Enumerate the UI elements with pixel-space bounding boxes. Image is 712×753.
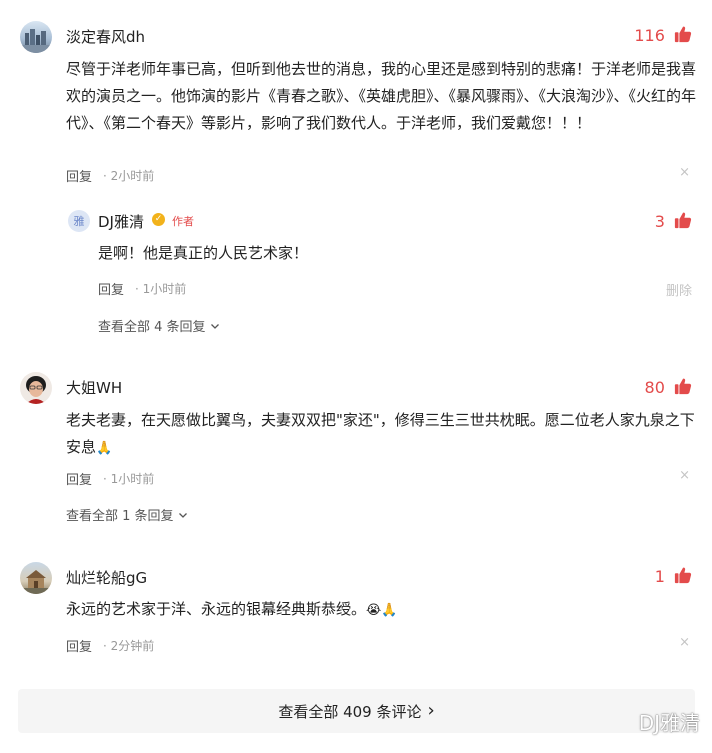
like-count: 3 (654, 212, 665, 231)
time-text: 1小时前 (142, 282, 187, 296)
close-icon[interactable]: × (679, 468, 690, 483)
praying-hands-emoji: 🙏 (96, 441, 113, 456)
view-all-replies-link[interactable]: 查看全部 1 条回复 (66, 505, 188, 524)
avatar-comment-1[interactable] (20, 21, 52, 53)
like-count-comment-3[interactable]: 1 (655, 566, 692, 586)
thumbs-up-icon (674, 212, 692, 229)
username-comment-3[interactable]: 灿烂轮船gG (66, 567, 147, 588)
avatar-comment-2[interactable] (20, 372, 52, 404)
reply-button-comment-3[interactable]: 回复 (66, 636, 92, 655)
reply-button-author-reply[interactable]: 回复 (98, 279, 124, 298)
thumbs-up-icon (674, 26, 692, 43)
close-icon[interactable]: × (679, 165, 690, 180)
reply-text: 是啊！他是真正的人民艺术家！ (98, 244, 309, 262)
thumbs-up-icon (674, 378, 692, 395)
avatar-comment-3[interactable] (20, 562, 52, 594)
avatar-letter: 雅 (73, 215, 85, 228)
building-avatar-image (20, 570, 52, 594)
like-count: 116 (634, 26, 665, 45)
chevron-down-icon (178, 513, 187, 518)
view-all-replies-link[interactable]: 查看全部 4 条回复 (98, 316, 220, 335)
see-all-comments-button[interactable]: 查看全部 409 条评论 › (18, 689, 695, 733)
comment-text-3: 永远的艺术家于洋、永远的银幕经典斯恭绶。😭🙏 (66, 596, 696, 624)
timestamp-comment-2: · 1小时前 (103, 472, 155, 486)
like-count-comment-2[interactable]: 80 (645, 377, 692, 397)
view-replies-text: 查看全部 1 条回复 (66, 509, 174, 524)
timestamp-comment-1: · 2小时前 (103, 169, 155, 183)
username-comment-1[interactable]: 淡定春风dh (66, 26, 145, 47)
verified-badge-icon: ✓ (152, 213, 165, 226)
reply-button-comment-2[interactable]: 回复 (66, 469, 92, 488)
timestamp-comment-3: · 2分钟前 (103, 639, 155, 653)
like-count: 80 (644, 378, 665, 397)
chevron-right-icon: › (427, 700, 435, 721)
chevron-down-icon (210, 324, 219, 329)
comment-text: 老夫老妻，在天愿做比翼鸟，夫妻双双把"家还"，修得三生三世共枕眠。愿二位老人家九… (66, 411, 695, 456)
praying-hands-emoji: 🙏 (381, 603, 398, 618)
comment-text-2: 老夫老妻，在天愿做比翼鸟，夫妻双双把"家还"，修得三生三世共枕眠。愿二位老人家九… (66, 407, 696, 462)
reply-button-comment-1[interactable]: 回复 (66, 166, 92, 185)
person-avatar-image (26, 376, 46, 404)
crying-face-emoji: 😭 (366, 603, 382, 618)
like-count-author-reply[interactable]: 3 (655, 211, 692, 231)
username-comment-2[interactable]: 大姐WH (66, 377, 122, 398)
see-all-comments-label: 查看全部 409 条评论 (278, 702, 422, 721)
like-count-comment-1[interactable]: 116 (634, 25, 692, 45)
time-text: 2分钟前 (110, 639, 155, 653)
close-icon[interactable]: × (679, 635, 690, 650)
avatar-author-reply[interactable]: 雅 (68, 210, 90, 232)
delete-button[interactable]: 删除 (666, 280, 692, 299)
view-replies-text: 查看全部 4 条回复 (98, 320, 206, 335)
like-count: 1 (654, 567, 665, 586)
comment-text: 永远的艺术家于洋、永远的银幕经典斯恭绶。 (66, 600, 367, 618)
time-text: 2小时前 (110, 169, 155, 183)
timestamp-author-reply: · 1小时前 (135, 282, 187, 296)
comment-text-1: 尽管于洋老师年事已高，但听到他去世的消息，我的心里还是感到特别的悲痛！于洋老师是… (66, 60, 697, 132)
watermark-text: DJ雅清 (638, 711, 700, 735)
time-text: 1小时前 (110, 472, 155, 486)
city-avatar-image (20, 29, 52, 53)
username-author-reply[interactable]: DJ雅清 (98, 211, 144, 232)
thumbs-up-icon (674, 567, 692, 584)
author-tag: 作者 (172, 215, 194, 228)
